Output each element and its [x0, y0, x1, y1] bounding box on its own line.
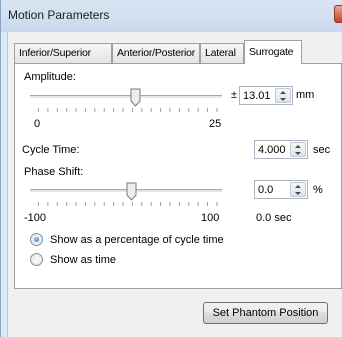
phase-shift-input[interactable]	[255, 181, 288, 198]
increment-button[interactable]	[291, 183, 305, 190]
phase-shift-slider-ticks	[38, 202, 222, 206]
amplitude-max-label: 25	[209, 118, 222, 130]
title-bar[interactable]: Motion Parameters	[1, 0, 342, 32]
tab-label: Surrogate	[249, 46, 294, 58]
cycle-time-input[interactable]	[255, 141, 288, 158]
window-title: Motion Parameters	[8, 8, 110, 22]
tab-surrogate[interactable]: Surrogate	[244, 40, 302, 64]
phase-shift-spinbox[interactable]	[254, 180, 308, 199]
tab-label: Inferior/Superior	[19, 47, 91, 59]
set-phantom-position-button[interactable]: Set Phantom Position	[203, 302, 328, 324]
cycle-time-unit: sec	[313, 144, 331, 156]
chevron-down-icon	[295, 152, 301, 155]
amplitude-input[interactable]	[240, 87, 273, 104]
chevron-up-icon	[295, 185, 301, 188]
decrement-button[interactable]	[276, 96, 290, 103]
phase-shift-slider-thumb[interactable]	[126, 182, 137, 201]
tab-anterior-posterior[interactable]: Anterior/Posterior	[112, 43, 200, 63]
chevron-down-icon	[295, 192, 301, 195]
amplitude-label: Amplitude:	[24, 71, 76, 83]
chevron-up-icon	[295, 145, 301, 148]
phase-shift-max-label: 100	[201, 212, 220, 224]
tab-label: Lateral	[205, 47, 236, 59]
increment-button[interactable]	[291, 143, 305, 150]
phase-shift-min-label: -100	[24, 212, 47, 224]
chevron-up-icon	[280, 91, 286, 94]
amplitude-unit: mm	[296, 89, 315, 101]
phase-shift-unit: %	[313, 184, 323, 196]
radio-selected-dot	[34, 237, 39, 242]
chevron-down-icon	[280, 98, 286, 101]
cycle-time-label: Cycle Time:	[22, 144, 80, 156]
decrement-button[interactable]	[291, 190, 305, 197]
phase-shift-seconds-readout: 0.0 sec	[256, 212, 292, 224]
cycle-time-spinner[interactable]	[290, 142, 306, 157]
radio-percentage-of-cycle-time[interactable]	[30, 233, 43, 246]
amplitude-min-label: 0	[34, 118, 41, 130]
tab-lateral[interactable]: Lateral	[200, 43, 244, 63]
radio-percentage-label[interactable]: Show as a percentage of cycle time	[50, 234, 224, 246]
amplitude-spinner[interactable]	[275, 88, 291, 103]
cycle-time-spinbox[interactable]	[254, 140, 308, 159]
tab-inferior-superior[interactable]: Inferior/Superior	[14, 43, 112, 63]
tab-label: Anterior/Posterior	[117, 47, 196, 59]
phase-shift-spinner[interactable]	[290, 182, 306, 197]
phase-shift-label: Phase Shift:	[24, 166, 84, 178]
increment-button[interactable]	[276, 89, 290, 96]
amplitude-spinbox[interactable]	[239, 86, 293, 105]
amplitude-slider-thumb[interactable]	[130, 88, 141, 107]
decrement-button[interactable]	[291, 150, 305, 157]
amplitude-plus-minus: ±	[231, 89, 238, 101]
amplitude-slider-ticks	[38, 108, 222, 112]
amplitude-slider-track[interactable]	[30, 95, 222, 99]
radio-show-as-time-label[interactable]: Show as time	[50, 254, 116, 266]
close-button[interactable]	[334, 5, 342, 23]
radio-show-as-time[interactable]	[30, 253, 43, 266]
